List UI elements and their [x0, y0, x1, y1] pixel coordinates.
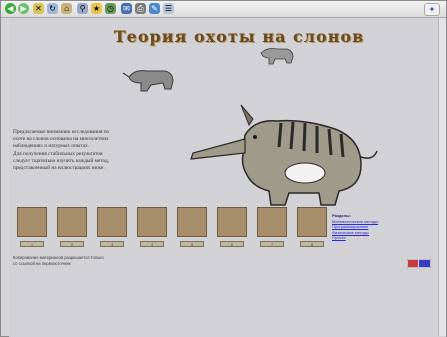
thumbnail-item[interactable]: 1 — [17, 207, 47, 251]
browser-toolbar: ◀ ▶ ✕ ↻ ⌂ ⚲ ★ ◷ ✉ ⎙ ✎ ☰ ✦ — [1, 1, 446, 18]
browser-logo-icon: ✦ — [424, 3, 440, 16]
thumbnail-item[interactable]: 8 — [297, 207, 327, 251]
thumbnail-image[interactable] — [137, 207, 167, 237]
history-icon[interactable]: ◷ — [105, 3, 116, 14]
thumbnail-item[interactable]: 4 — [137, 207, 167, 251]
thumbnail-image[interactable] — [17, 207, 47, 237]
refresh-icon[interactable]: ↻ — [47, 3, 58, 14]
footer-line: со ссылкой на первоисточник — [13, 260, 71, 266]
page-title: Теория охоты на слонов — [113, 27, 365, 46]
section-links: Разделы: Математические методы Программи… — [332, 213, 432, 241]
paragraph-line: представленный на иллюстрациях ниже. — [13, 165, 105, 172]
thumbnail-image[interactable] — [177, 207, 207, 237]
section-link[interactable]: Прочее — [332, 235, 432, 241]
edit-icon[interactable]: ✎ — [149, 3, 160, 14]
thumbnail-caption[interactable]: 3 — [100, 241, 124, 247]
paragraph-line: Для получения стабильных результатов — [13, 150, 103, 157]
forward-icon[interactable]: ▶ — [18, 3, 29, 14]
paragraph-line: следует тщательно изучить каждый метод, — [13, 157, 110, 164]
paragraph-line: наблюдениях и натурных опытах. — [13, 143, 90, 150]
print-icon[interactable]: ⎙ — [135, 3, 146, 14]
thumbnail-caption[interactable]: 7 — [260, 241, 284, 247]
thumbnail-item[interactable]: 3 — [97, 207, 127, 251]
small-elephant-right-image — [260, 48, 294, 65]
thumbnail-image[interactable] — [257, 207, 287, 237]
thumbnail-caption[interactable]: 4 — [140, 241, 164, 247]
thumbnail-caption[interactable]: 2 — [60, 241, 84, 247]
thumbnail-caption[interactable]: 5 — [180, 241, 204, 247]
page-footer: Копирование материалов разрешается тольк… — [13, 255, 183, 266]
browser-window: ◀ ▶ ✕ ↻ ⌂ ⚲ ★ ◷ ✉ ⎙ ✎ ☰ ✦ Теория охоты н… — [0, 0, 447, 337]
thumbnail-image[interactable] — [297, 207, 327, 237]
thumbnail-image[interactable] — [97, 207, 127, 237]
hit-counter-icon[interactable] — [407, 259, 431, 268]
thumbnail-caption[interactable]: 8 — [300, 241, 324, 247]
discuss-icon[interactable]: ☰ — [163, 3, 174, 14]
thumbnail-image[interactable] — [217, 207, 247, 237]
favorites-icon[interactable]: ★ — [91, 3, 102, 14]
main-elephant-illustration — [190, 104, 378, 206]
thumbnail-item[interactable]: 6 — [217, 207, 247, 251]
home-icon[interactable]: ⌂ — [61, 3, 72, 14]
thumbnail-gallery: 1 2 3 4 5 6 7 8 — [17, 207, 337, 251]
thumbnail-image[interactable] — [57, 207, 87, 237]
search-icon[interactable]: ⚲ — [77, 3, 88, 14]
intro-paragraph: Предлагаемые вниманию исследования по ох… — [13, 129, 189, 172]
mail-icon[interactable]: ✉ — [121, 3, 132, 14]
small-elephant-left-image — [122, 70, 174, 92]
vertical-scrollbar[interactable] — [438, 18, 446, 336]
thumbnail-caption[interactable]: 1 — [20, 241, 44, 247]
stop-icon[interactable]: ✕ — [33, 3, 44, 14]
thumbnail-item[interactable]: 2 — [57, 207, 87, 251]
thumbnail-item[interactable]: 7 — [257, 207, 287, 251]
thumbnail-item[interactable]: 5 — [177, 207, 207, 251]
back-icon[interactable]: ◀ — [5, 3, 16, 14]
page-content: Теория охоты на слонов Предлагаемые вним… — [9, 19, 446, 337]
thumbnail-caption[interactable]: 6 — [220, 241, 244, 247]
paragraph-line: Предлагаемые вниманию исследования по — [13, 129, 110, 135]
